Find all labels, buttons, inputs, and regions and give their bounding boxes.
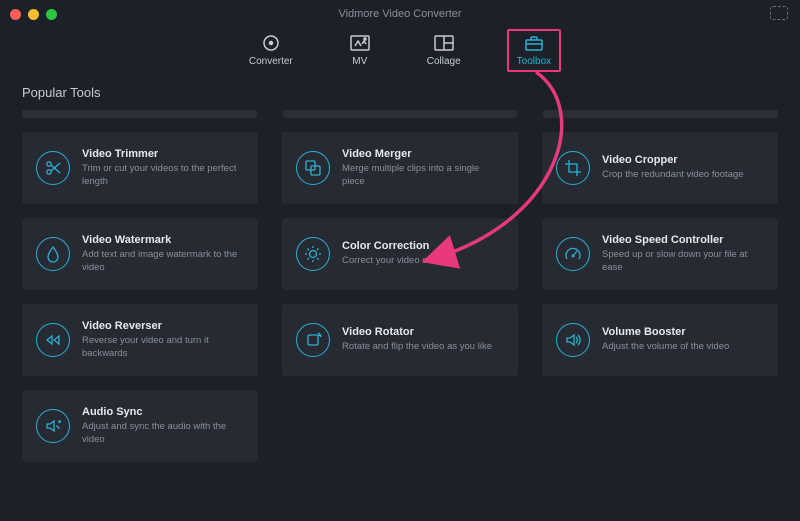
tool-title: Video Speed Controller	[602, 234, 764, 246]
audio-sync-icon	[36, 409, 70, 443]
tool-video-watermark[interactable]: Video Watermark Add text and image water…	[22, 218, 258, 290]
tool-volume-booster[interactable]: Volume Booster Adjust the volume of the …	[542, 304, 778, 376]
tool-title: Video Reverser	[82, 320, 244, 332]
tab-label: Converter	[249, 56, 293, 67]
tool-video-merger[interactable]: Video Merger Merge multiple clips into a…	[282, 132, 518, 204]
tool-audio-sync[interactable]: Audio Sync Adjust and sync the audio wit…	[22, 390, 258, 462]
tool-title: Color Correction	[342, 240, 443, 252]
close-icon[interactable]	[10, 9, 21, 20]
tool-title: Video Cropper	[602, 154, 744, 166]
tool-desc: Crop the redundant video footage	[602, 169, 744, 181]
chat-icon[interactable]	[770, 6, 788, 20]
gauge-icon	[556, 237, 590, 271]
rewind-icon	[36, 323, 70, 357]
top-tabs: Converter MV Collage Toolbox	[0, 28, 800, 81]
tab-mv[interactable]: MV	[349, 34, 371, 67]
tool-title: Video Merger	[342, 148, 504, 160]
tool-desc: Rotate and flip the video as you like	[342, 341, 492, 353]
tool-desc: Adjust and sync the audio with the video	[82, 421, 244, 446]
tab-converter[interactable]: Converter	[249, 34, 293, 67]
rotate-icon	[296, 323, 330, 357]
section-title: Popular Tools	[0, 81, 800, 110]
sun-icon	[296, 237, 330, 271]
tool-video-reverser[interactable]: Video Reverser Reverse your video and tu…	[22, 304, 258, 376]
titlebar: Vidmore Video Converter	[0, 0, 800, 28]
minimize-icon[interactable]	[28, 9, 39, 20]
tab-label: MV	[352, 56, 367, 67]
tool-title: Video Watermark	[82, 234, 244, 246]
tool-desc: Merge multiple clips into a single piece	[342, 163, 504, 188]
tool-title: Audio Sync	[82, 406, 244, 418]
preview-slot	[22, 110, 257, 118]
tool-video-rotator[interactable]: Video Rotator Rotate and flip the video …	[282, 304, 518, 376]
tool-color-correction[interactable]: Color Correction Correct your video colo…	[282, 218, 518, 290]
converter-icon	[260, 34, 282, 52]
tool-desc: Trim or cut your videos to the perfect l…	[82, 163, 244, 188]
tool-video-cropper[interactable]: Video Cropper Crop the redundant video f…	[542, 132, 778, 204]
tool-desc: Speed up or slow down your file at ease	[602, 249, 764, 274]
tab-toolbox[interactable]: Toolbox	[507, 29, 561, 72]
tool-video-speed-controller[interactable]: Video Speed Controller Speed up or slow …	[542, 218, 778, 290]
tab-collage[interactable]: Collage	[427, 34, 461, 67]
tool-title: Video Rotator	[342, 326, 492, 338]
tool-desc: Correct your video color	[342, 255, 443, 267]
volume-icon	[556, 323, 590, 357]
collage-icon	[433, 34, 455, 52]
window-controls	[10, 9, 57, 20]
tool-desc: Reverse your video and turn it backwards	[82, 335, 244, 360]
preview-slot	[283, 110, 518, 118]
crop-icon	[556, 151, 590, 185]
tool-title: Video Trimmer	[82, 148, 244, 160]
mv-icon	[349, 34, 371, 52]
tool-video-trimmer[interactable]: Video Trimmer Trim or cut your videos to…	[22, 132, 258, 204]
tool-desc: Add text and image watermark to the vide…	[82, 249, 244, 274]
tool-title: Volume Booster	[602, 326, 729, 338]
window-title: Vidmore Video Converter	[0, 8, 800, 20]
water-drop-icon	[36, 237, 70, 271]
preview-slot	[543, 110, 778, 118]
tab-label: Toolbox	[517, 56, 551, 67]
preview-row	[0, 110, 800, 132]
tool-desc: Adjust the volume of the video	[602, 341, 729, 353]
tool-grid: Video Trimmer Trim or cut your videos to…	[0, 132, 800, 462]
merge-icon	[296, 151, 330, 185]
zoom-icon[interactable]	[46, 9, 57, 20]
toolbox-icon	[523, 34, 545, 52]
scissors-icon	[36, 151, 70, 185]
tab-label: Collage	[427, 56, 461, 67]
